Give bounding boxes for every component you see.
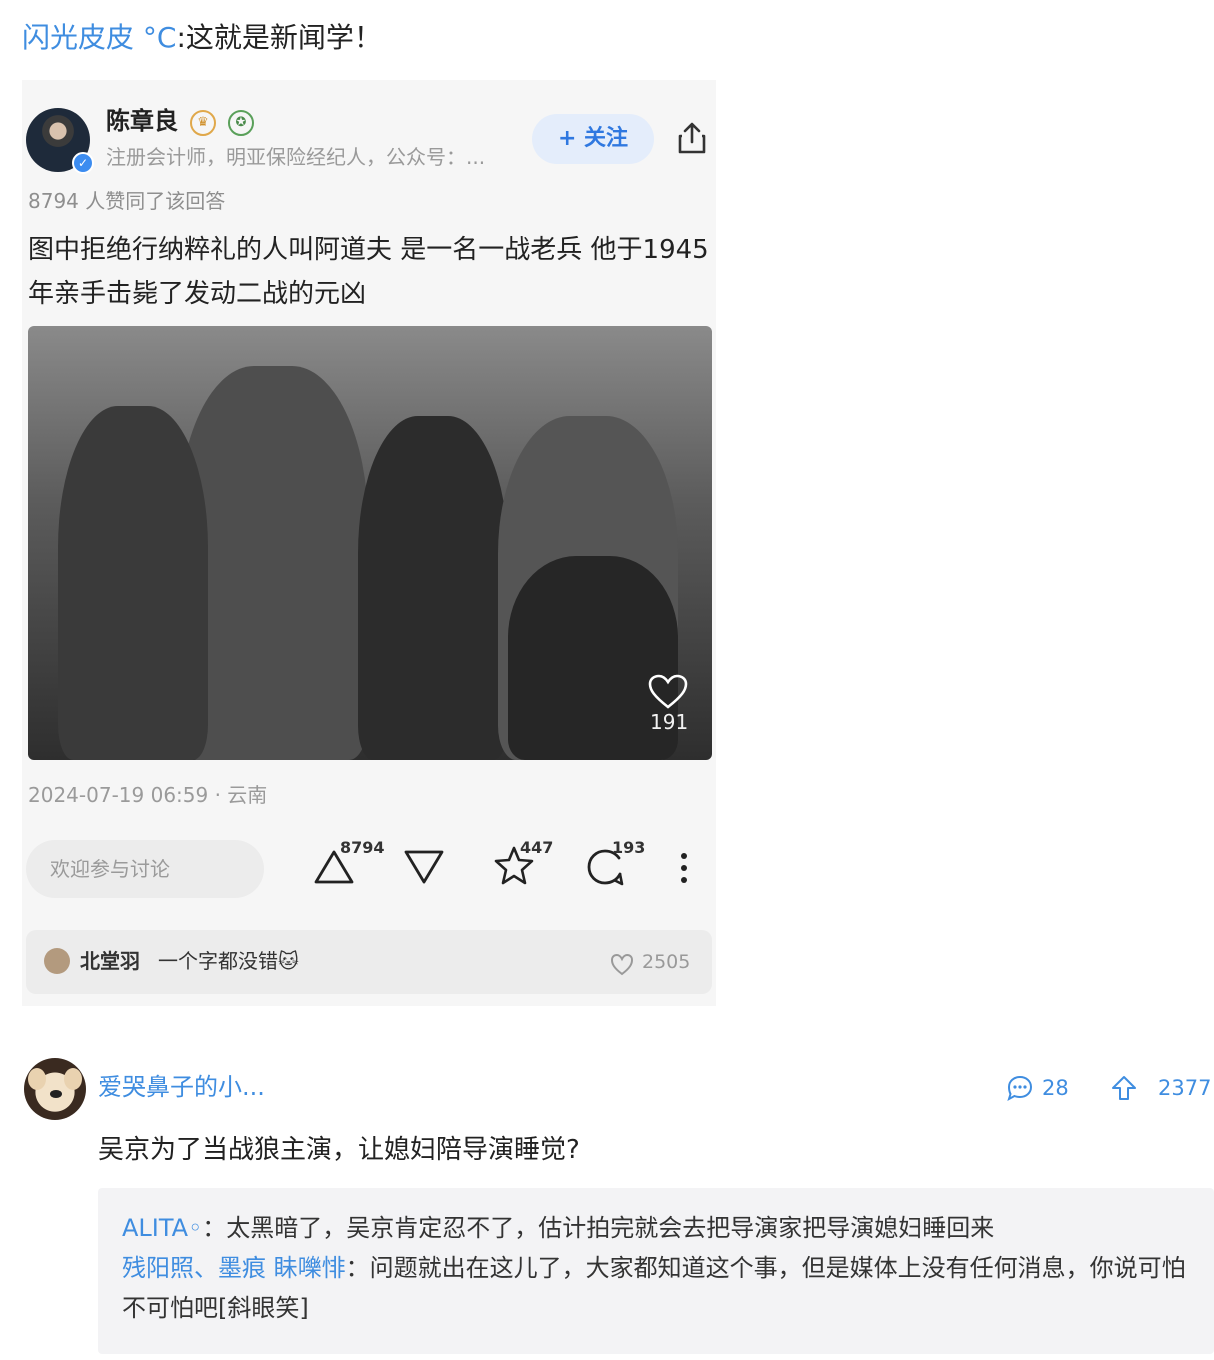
avatar-ear	[28, 1068, 46, 1090]
replies-box: ALITA◦：太黑暗了，吴京肯定忍不了，估计拍完就会去把导演家把导演媳妇睡回来 …	[98, 1188, 1214, 1354]
share-icon[interactable]	[674, 120, 710, 156]
reply-item[interactable]: 残阳照、墨痕 眛嚛悱：问题就出在这儿了，大家都知道这个事，但是媒体上没有任何消息…	[122, 1248, 1190, 1328]
photo-figure	[58, 406, 208, 760]
verified-icon: ✓	[72, 152, 94, 174]
favorite-count: 447	[520, 838, 554, 857]
crown-badge-icon: ♛	[190, 110, 216, 136]
reply-item[interactable]: ALITA◦：太黑暗了，吴京肯定忍不了，估计拍完就会去把导演家把导演媳妇睡回来	[122, 1208, 1190, 1248]
historical-photo[interactable]: 191	[28, 326, 712, 760]
repost-username[interactable]: 闪光皮皮 °C	[22, 21, 176, 54]
hot-comment-likes: 2505	[642, 951, 691, 973]
answer-text: 图中拒绝行纳粹礼的人叫阿道夫 是一名一战老兵 他于1945年亲手击毙了发动二战的…	[28, 235, 709, 309]
avatar-ear	[64, 1068, 82, 1090]
reply-separator: ：	[345, 1254, 370, 1282]
medal-badge-icon: ✪	[228, 110, 254, 136]
follow-button[interactable]: + 关注	[532, 114, 654, 164]
post-upvote-stat[interactable]: 2377	[1110, 1072, 1211, 1104]
author-description: 注册会计师，明亚保险经纪人，公众号：...	[106, 145, 486, 169]
reply-text: 太黑暗了，吴京肯定忍不了，估计拍完就会去把导演家把导演媳妇睡回来	[226, 1214, 995, 1242]
comment-icon	[1007, 1075, 1033, 1102]
comment-button[interactable]: 193	[584, 838, 645, 892]
post-username[interactable]: 爱哭鼻子的小...	[98, 1070, 265, 1104]
repost-text: :这就是新闻学！	[176, 21, 382, 54]
favorite-button[interactable]: 447	[492, 838, 553, 892]
hot-comment-avatar[interactable]	[44, 948, 70, 974]
more-icon[interactable]	[674, 850, 694, 886]
heart-icon[interactable]	[610, 954, 634, 976]
post-comment-count: 28	[1042, 1076, 1069, 1100]
heart-icon[interactable]	[648, 674, 688, 710]
comment-count: 193	[612, 838, 646, 857]
hot-comment-text: 一个字都没错🐱	[158, 949, 299, 973]
downvote-button[interactable]	[402, 844, 446, 892]
comment-input[interactable]: 欢迎参与讨论	[26, 840, 264, 898]
photo-like-count: 191	[650, 710, 689, 734]
up-arrow-icon	[1112, 1076, 1136, 1100]
repost-line: 闪光皮皮 °C:这就是新闻学！	[22, 18, 382, 58]
post-upvote-count: 2377	[1158, 1076, 1212, 1100]
answer-timestamp: 2024-07-19 06:59 · 云南	[28, 783, 268, 807]
reply-author[interactable]: 残阳照、墨痕 眛嚛悱	[122, 1254, 346, 1282]
hot-comment-name[interactable]: 北堂羽	[80, 946, 140, 976]
author-name[interactable]: 陈章良	[106, 104, 178, 138]
post-avatar[interactable]	[24, 1058, 86, 1120]
reply-author[interactable]: ALITA◦	[122, 1214, 202, 1242]
reply-separator: ：	[202, 1214, 227, 1242]
hot-comment[interactable]: 北堂羽 一个字都没错🐱 2505	[26, 930, 712, 994]
downvote-icon	[404, 850, 444, 884]
embedded-answer-card: ✓ 陈章良 ♛ ✪ 注册会计师，明亚保险经纪人，公众号：... + 关注 879…	[22, 80, 716, 1006]
photo-figure	[358, 416, 508, 760]
post-comment-stat[interactable]: 28	[1006, 1072, 1069, 1104]
post-title[interactable]: 吴京为了当战狼主演，让媳妇陪导演睡觉?	[98, 1130, 580, 1170]
avatar-nose	[50, 1090, 62, 1098]
upvote-button[interactable]: 8794	[312, 838, 385, 892]
upvote-count: 8794	[340, 838, 385, 857]
upvote-summary: 8794 人赞同了该回答	[28, 189, 226, 213]
